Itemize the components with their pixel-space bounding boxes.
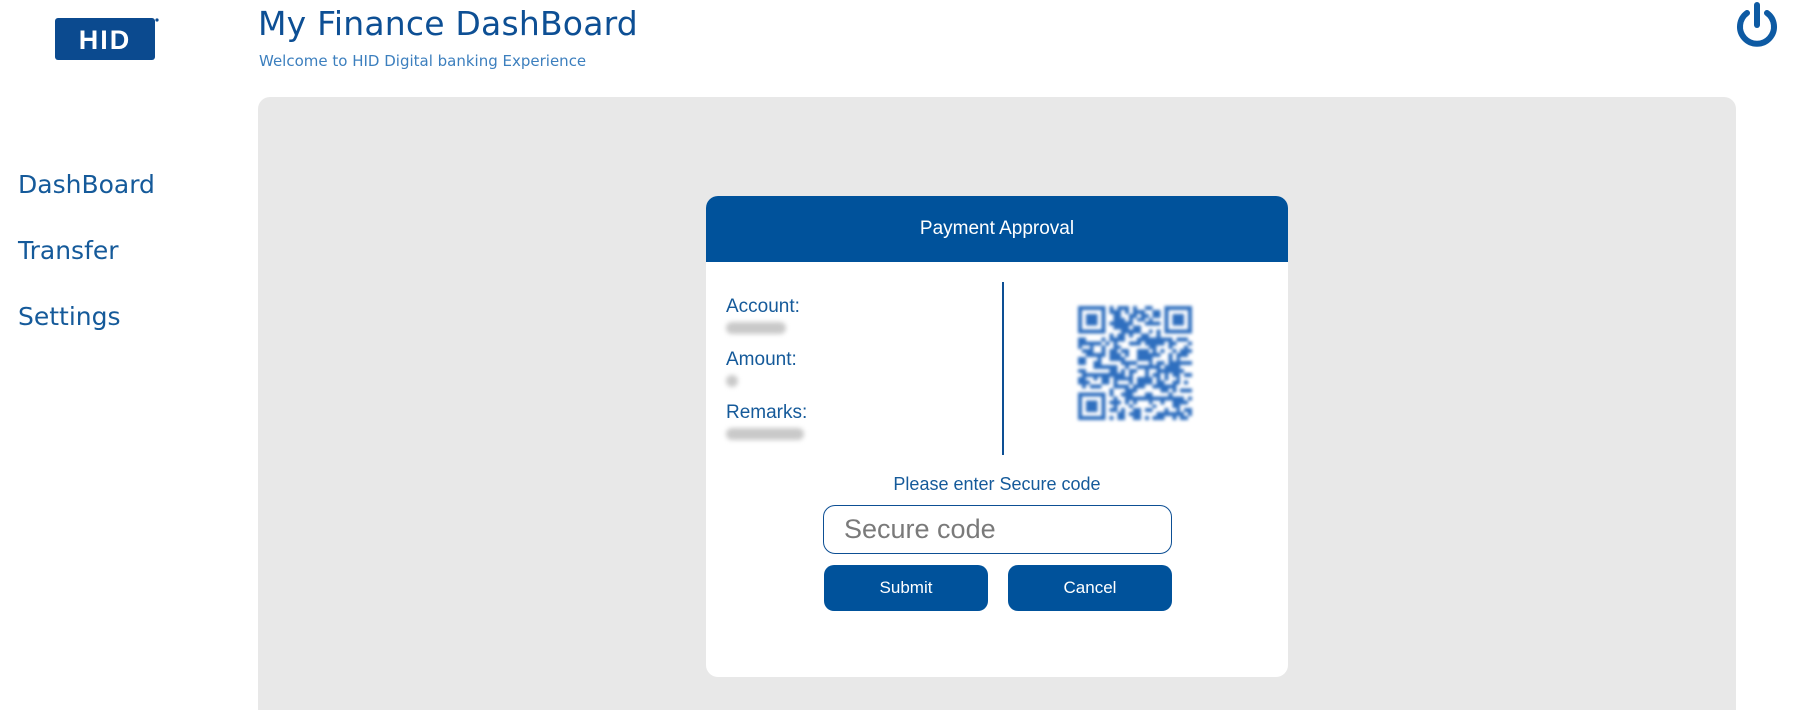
vertical-divider (1002, 282, 1004, 455)
qr-code-icon (1078, 306, 1192, 420)
amount-label: Amount: (726, 349, 797, 370)
secure-code-input[interactable] (823, 505, 1172, 554)
power-icon (1737, 2, 1777, 47)
secure-code-prompt: Please enter Secure code (893, 474, 1101, 494)
account-value-redacted (726, 319, 986, 335)
remarks-label: Remarks: (726, 402, 808, 423)
remarks-value-redacted (726, 425, 986, 441)
power-button[interactable] (1734, 1, 1780, 51)
page-subtitle: Welcome to HID Digital banking Experienc… (259, 52, 587, 70)
sidebar-nav: DashBoard Transfer Settings (18, 170, 218, 368)
sidebar-item-settings[interactable]: Settings (18, 302, 218, 332)
payment-details: Account: Amount: Remarks: (726, 296, 986, 455)
amount-value-redacted (726, 372, 986, 388)
page-title: My Finance DashBoard (258, 4, 638, 43)
card-body: Account: Amount: Remarks: Please enter S… (706, 262, 1288, 677)
logo-text: HID (79, 25, 132, 55)
card-title: Payment Approval (706, 196, 1288, 262)
sidebar-item-dashboard[interactable]: DashBoard (18, 170, 218, 200)
hid-logo: HID (55, 18, 159, 60)
sidebar-item-transfer[interactable]: Transfer (18, 236, 218, 266)
submit-button[interactable]: Submit (824, 565, 988, 611)
payment-approval-card: Payment Approval Account: Amount: Remark… (706, 196, 1288, 677)
cancel-button[interactable]: Cancel (1008, 565, 1172, 611)
account-label: Account: (726, 296, 800, 317)
